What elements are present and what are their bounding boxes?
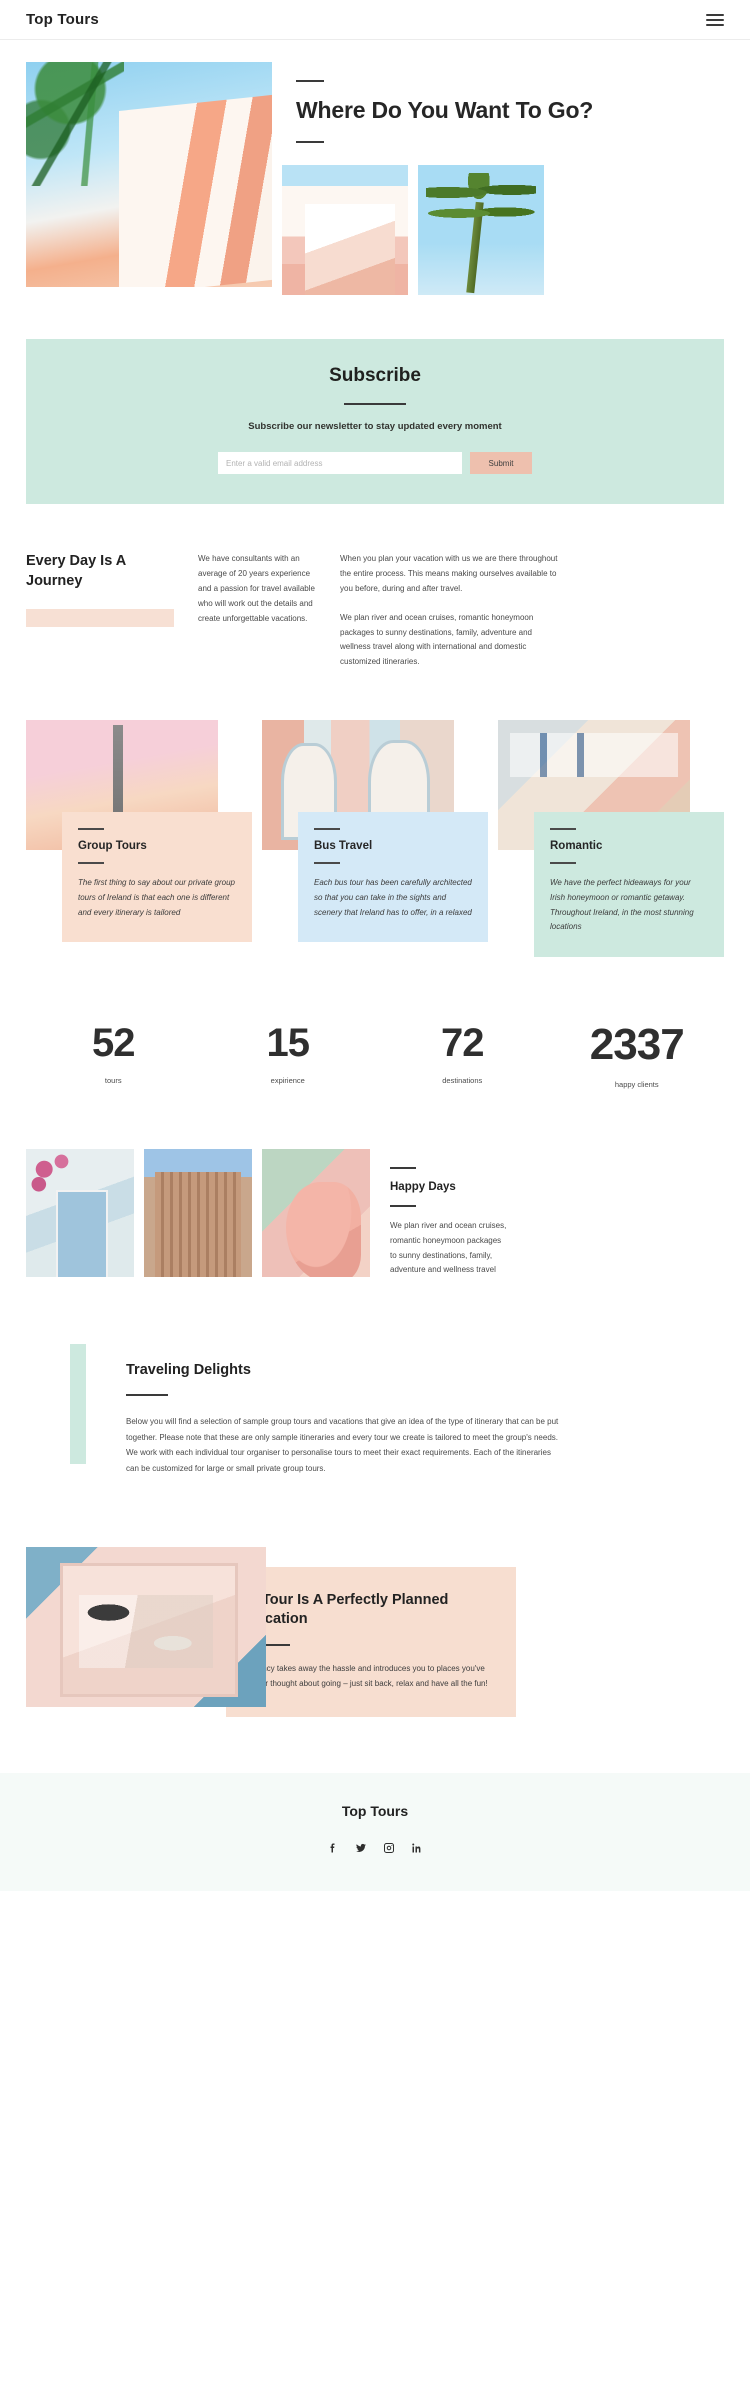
card-rule-bottom [78, 862, 104, 865]
linkedin-icon[interactable] [410, 1841, 424, 1855]
hero-section: Where Do You Want To Go? [0, 40, 750, 296]
hero-rule-top [296, 80, 324, 82]
tour-card[interactable]: Romantic We have the perfect hideaways f… [498, 720, 724, 958]
everyday-section: Every Day Is A Journey We have consultan… [0, 504, 750, 670]
stat-item: 15 expirience [201, 1023, 376, 1089]
stats-section: 52 tours 15 expirience 72 destinations 2… [0, 957, 750, 1089]
everyday-paragraph: We have consultants with an average of 2… [198, 554, 315, 623]
everyday-accent-bar [26, 608, 174, 627]
burger-line [706, 23, 724, 26]
subscribe-form: Submit [46, 452, 704, 475]
subscribe-rule [344, 403, 406, 406]
stat-label: destinations [442, 1076, 483, 1085]
burger-line [706, 13, 724, 16]
hero-thumb-pastel-building [282, 165, 408, 296]
tour-card[interactable]: Bus Travel Each bus tour has been carefu… [262, 720, 488, 957]
hero-heading-block: Where Do You Want To Go? [282, 62, 724, 144]
delights-text: Below you will find a selection of sampl… [126, 1417, 559, 1474]
hero-thumbnails [282, 165, 724, 296]
happy-rule-top [390, 1167, 416, 1170]
happy-days-section: Happy Days We plan river and ocean cruis… [0, 1089, 750, 1278]
card-rule-bottom [550, 862, 576, 865]
banner-text: Agency takes away the hassle and introdu… [248, 1663, 488, 1688]
social-links [0, 1841, 750, 1855]
tour-card-body: Group Tours The first thing to say about… [62, 812, 252, 943]
tour-card-title: Group Tours [78, 840, 147, 853]
delights-rule [126, 1394, 168, 1397]
happy-image-flamingo [262, 1149, 370, 1278]
tour-card-body: Romantic We have the perfect hideaways f… [534, 812, 724, 958]
delights-section: Traveling Delights Below you will find a… [0, 1278, 750, 1476]
submit-button[interactable]: Submit [470, 452, 532, 475]
footer-logo[interactable]: Top Tours [0, 1803, 750, 1819]
hero-right-column: Where Do You Want To Go? [282, 62, 724, 296]
instagram-icon[interactable] [382, 1841, 396, 1855]
tour-card-text: The first thing to say about our private… [78, 878, 235, 917]
happy-rule-bottom [390, 1205, 416, 1208]
burger-line [706, 18, 724, 21]
delights-title: Traveling Delights [126, 1362, 251, 1379]
subscribe-title: Subscribe [329, 365, 421, 387]
tour-card-title: Bus Travel [314, 840, 373, 853]
facebook-icon[interactable] [326, 1841, 340, 1855]
everyday-column-2: When you plan your vacation with us we a… [340, 552, 560, 670]
banner-suitcase-image [26, 1546, 266, 1707]
stat-number: 2337 [589, 1020, 685, 1070]
tour-banner-section: A Tour Is A Perfectly Planned Vacation A… [0, 1477, 750, 1718]
tour-card-title: Romantic [550, 840, 603, 853]
card-rule-top [550, 828, 576, 831]
stat-item: 52 tours [26, 1023, 201, 1089]
stat-item: 72 destinations [375, 1023, 550, 1089]
card-rule-top [78, 828, 104, 831]
tour-card[interactable]: Group Tours The first thing to say about… [26, 720, 252, 957]
twitter-icon[interactable] [354, 1841, 368, 1855]
stat-label: expirience [270, 1076, 305, 1085]
site-header: Top Tours [0, 0, 750, 40]
happy-days-title: Happy Days [390, 1181, 456, 1194]
everyday-paragraph: We plan river and ocean cruises, romanti… [340, 612, 534, 667]
site-footer: Top Tours [0, 1773, 750, 1892]
card-rule-bottom [314, 862, 340, 865]
hero-rule-bottom [296, 141, 324, 144]
tour-card-text: We have the perfect hideaways for your I… [550, 878, 694, 932]
stat-label: happy clients [614, 1080, 659, 1090]
tour-card-text: Each bus tour has been carefully archite… [314, 878, 472, 917]
delights-body: Traveling Delights Below you will find a… [126, 1344, 566, 1476]
everyday-title: Every Day Is A Journey [26, 553, 126, 589]
everyday-paragraph: When you plan your vacation with us we a… [340, 554, 558, 594]
happy-days-text: We plan river and ocean cruises, romanti… [390, 1221, 507, 1275]
hero-main-image-wrap [26, 62, 272, 295]
hamburger-menu-icon[interactable] [706, 13, 724, 26]
stat-label: tours [104, 1076, 122, 1085]
everyday-column-1: We have consultants with an average of 2… [198, 552, 316, 670]
hero-thumb-palm-tree [418, 165, 544, 296]
stat-number: 72 [441, 1021, 484, 1066]
happy-image-greek-doorway [26, 1149, 134, 1278]
card-rule-top [314, 828, 340, 831]
happy-image-flatiron-building [144, 1149, 252, 1278]
banner-text-block: A Tour Is A Perfectly Planned Vacation A… [226, 1566, 516, 1718]
delights-accent-bar [70, 1344, 86, 1465]
stat-number: 52 [92, 1021, 135, 1066]
site-logo[interactable]: Top Tours [26, 11, 99, 28]
tour-cards-section: Group Tours The first thing to say about… [0, 670, 750, 958]
stat-item: 2337 happy clients [550, 1020, 725, 1090]
stat-number: 15 [266, 1021, 310, 1066]
subscribe-section: Subscribe Subscribe our newsletter to st… [26, 339, 724, 505]
tour-card-body: Bus Travel Each bus tour has been carefu… [298, 812, 488, 943]
hero-main-image [26, 62, 272, 287]
hero-title: Where Do You Want To Go? [296, 97, 594, 123]
happy-days-text-block: Happy Days We plan river and ocean cruis… [390, 1149, 510, 1278]
email-input[interactable] [218, 452, 462, 475]
everyday-left: Every Day Is A Journey [26, 552, 174, 670]
subscribe-subtitle: Subscribe our newsletter to stay updated… [248, 421, 502, 433]
banner-title: A Tour Is A Perfectly Planned Vacation [248, 1591, 449, 1628]
